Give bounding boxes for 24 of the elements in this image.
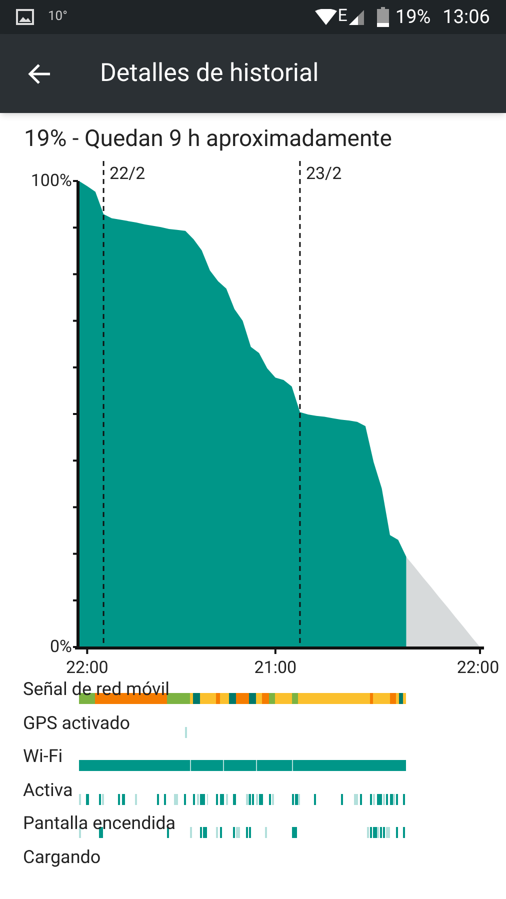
timeline-label: Pantalla encendida	[23, 813, 176, 836]
back-arrow-icon	[27, 62, 51, 84]
battery-summary: 19% - Quedan 9 h aproximadamente	[24, 125, 393, 153]
wifi-icon	[314, 9, 337, 25]
axis-label: 22:00	[456, 658, 500, 678]
axis-label: 0%	[50, 637, 72, 657]
timeline-label: Wi-Fi	[23, 746, 63, 768]
network-type-text: E	[338, 5, 348, 28]
image-icon	[16, 9, 34, 25]
timeline-label: GPS activado	[23, 712, 130, 735]
axis-label: 22:00	[66, 658, 108, 678]
axis-label: 21:00	[254, 658, 297, 678]
axis-label: 100%	[30, 171, 72, 191]
timeline-label: Cargando	[23, 846, 101, 869]
timeline-label: Activa	[23, 780, 73, 802]
signal-icon	[347, 9, 366, 25]
battery-percent-text: 19%	[395, 4, 431, 30]
gps-timeline-drawing	[185, 726, 187, 738]
clock-text: 13:06	[442, 4, 490, 30]
date-label: 23/2	[306, 164, 342, 184]
temperature-text: 10°	[48, 8, 68, 26]
date-label: 22/2	[110, 164, 146, 184]
battery-icon	[377, 7, 390, 27]
toolbar-title: Detalles de historial	[100, 58, 319, 90]
